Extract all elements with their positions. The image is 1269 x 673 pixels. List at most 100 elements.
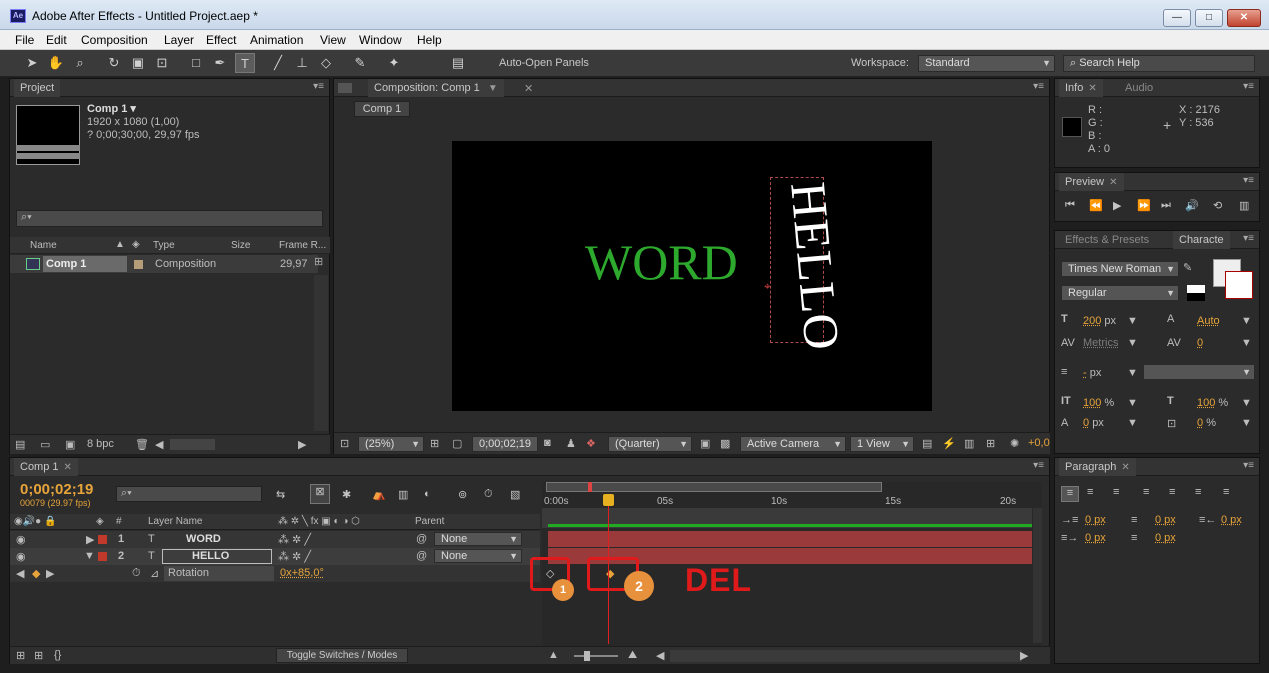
chevron-down-icon[interactable]: ▼	[1241, 315, 1252, 327]
channel-icon[interactable]: ❖	[586, 437, 596, 450]
space-after-value[interactable]: 0 px	[1155, 532, 1176, 544]
tab-preview[interactable]: Preview ✕	[1059, 173, 1124, 191]
timecode-field[interactable]: 0;00;02;19	[472, 436, 538, 452]
rectangle-tool-icon[interactable]: □	[186, 53, 206, 73]
tracking-value[interactable]: 0	[1197, 337, 1203, 349]
panel-menu-icon[interactable]: ▾≡	[1033, 81, 1044, 92]
font-size-value[interactable]: 200	[1083, 315, 1101, 327]
minimize-button[interactable]: —	[1163, 9, 1191, 27]
scrollbar[interactable]	[314, 275, 328, 431]
eyedropper-icon[interactable]: ✎	[1183, 261, 1192, 274]
eye-icon[interactable]: ◉	[16, 533, 26, 546]
previous-frame-icon[interactable]: ⏪	[1089, 199, 1103, 212]
align-left-icon[interactable]: ≡	[1061, 486, 1079, 502]
menu-composition[interactable]: Composition	[81, 33, 148, 47]
loop-icon[interactable]: ⟲	[1213, 199, 1222, 212]
tab-paragraph[interactable]: Paragraph ✕	[1059, 458, 1136, 476]
brainstorm-icon[interactable]: ⊚	[458, 488, 467, 501]
stopwatch-icon[interactable]: ⏱	[132, 567, 141, 580]
roto-brush-tool-icon[interactable]: ✎	[350, 53, 370, 73]
font-style-select[interactable]: Regular ▼	[1061, 285, 1179, 301]
audio-icon[interactable]: 🔊	[1185, 199, 1199, 212]
rotation-value[interactable]: 0x+85,0°	[280, 567, 324, 579]
close-icon[interactable]: ✕	[64, 462, 72, 473]
parent-select[interactable]: None ▼	[434, 549, 522, 563]
rotate-tool-icon[interactable]: ↻	[104, 53, 124, 73]
chevron-down-icon[interactable]: ▼	[1127, 337, 1138, 349]
align-right-icon[interactable]: ≡	[1113, 486, 1119, 498]
tab-project[interactable]: Project	[14, 79, 61, 97]
always-preview-icon[interactable]: ⊡	[340, 437, 349, 450]
shy-icon[interactable]: ⛺	[372, 488, 386, 501]
justify-center-icon[interactable]: ≡	[1169, 486, 1175, 498]
selection-tool-icon[interactable]: ➤	[22, 53, 42, 73]
close-icon[interactable]: ✕	[1088, 83, 1096, 94]
switches-icons[interactable]: ⁂ ✲ ╲ fx ▣ ◐ ◑ ⬡	[278, 516, 360, 527]
exposure-value[interactable]: +0,0	[1028, 437, 1050, 449]
trash-icon[interactable]: 🗑	[135, 438, 149, 451]
fast-previews-icon[interactable]: ⚡	[942, 437, 956, 450]
label-color-swatch[interactable]	[98, 535, 107, 544]
new-comp-icon[interactable]: ▣	[65, 438, 75, 451]
justify-right-icon[interactable]: ≡	[1195, 486, 1201, 498]
last-frame-icon[interactable]: ⏭	[1161, 199, 1171, 212]
flowchart-icon[interactable]: ⊞	[986, 437, 995, 450]
motion-blur-icon[interactable]: ◐	[424, 488, 431, 500]
kerning-value[interactable]: Metrics	[1083, 337, 1118, 349]
menu-layer[interactable]: Layer	[164, 33, 194, 47]
panel-icon[interactable]: ▤	[448, 53, 468, 73]
layer-switches-toggle-icon[interactable]: ⊞	[16, 649, 25, 662]
layer-name[interactable]: HELLO	[192, 550, 229, 562]
timeline-icon[interactable]: ▥	[964, 437, 974, 450]
new-folder-icon[interactable]: ▭	[40, 438, 50, 451]
chevron-down-icon[interactable]: ▼	[1241, 417, 1252, 429]
close-button[interactable]: ✕	[1227, 9, 1261, 27]
pickwhip-icon[interactable]: @	[416, 533, 427, 545]
chevron-down-icon[interactable]: ▼	[1241, 397, 1252, 409]
tab-effects-presets[interactable]: Effects & Presets	[1059, 231, 1155, 249]
project-search-input[interactable]: ⌕▾	[16, 210, 323, 227]
first-frame-icon[interactable]: ⏮	[1065, 199, 1075, 212]
vertical-scale-value[interactable]: 100	[1083, 397, 1101, 409]
tab-composition[interactable]: Composition: Comp 1 ▼	[368, 79, 504, 97]
menu-effect[interactable]: Effect	[206, 33, 236, 47]
comp-name[interactable]: Comp 1 ▾	[87, 102, 136, 115]
chevron-down-icon[interactable]: ▼	[1127, 367, 1138, 379]
scroll-right-icon[interactable]: ▶	[298, 438, 306, 451]
flowchart-icon[interactable]: ⊞	[314, 255, 328, 273]
live-update-icon[interactable]: ⊠	[310, 484, 330, 504]
ram-preview-icon[interactable]: ▥	[1239, 199, 1249, 212]
snapshot-icon[interactable]: ◙	[544, 437, 551, 449]
previous-keyframe-icon[interactable]: ◀	[16, 567, 24, 580]
mask-visibility-icon[interactable]: ▢	[452, 437, 462, 450]
menu-help[interactable]: Help	[417, 33, 442, 47]
panel-menu-icon[interactable]: ▾≡	[1033, 460, 1044, 471]
panel-menu-icon[interactable]: ▾≡	[1243, 81, 1254, 92]
comp-sub-tab[interactable]: Comp 1	[354, 101, 410, 117]
draft-3d-icon[interactable]: ✱	[342, 488, 351, 501]
menu-file[interactable]: File	[15, 33, 34, 47]
zoom-select[interactable]: (25%) ▼	[358, 436, 424, 452]
panel-menu-icon[interactable]: ▾≡	[1243, 460, 1254, 471]
bpc-label[interactable]: 8 bpc	[87, 438, 114, 450]
scroll-thumb[interactable]	[670, 650, 1022, 662]
close-icon[interactable]: ✕	[1109, 177, 1117, 188]
indent-right-value[interactable]: 0 px	[1221, 514, 1242, 526]
layer-switches-icons[interactable]: ⁂ ✲ ╱	[278, 550, 311, 563]
safe-zones-icon[interactable]: ⊞	[430, 437, 439, 450]
tab-audio[interactable]: Audio	[1119, 79, 1159, 97]
puppet-pin-tool-icon[interactable]: ✦	[384, 53, 404, 73]
camera-tool-icon[interactable]: ▣	[128, 53, 148, 73]
in-out-toggle-icon[interactable]: {}	[54, 649, 61, 661]
table-row[interactable]: ◉ ▼ 2 T HELLO ⁂ ✲ ╱ @ None ▼	[10, 548, 540, 565]
view-layout-select[interactable]: 1 View ▼	[850, 436, 914, 452]
menu-animation[interactable]: Animation	[250, 33, 303, 47]
camera-select[interactable]: Active Camera ▼	[740, 436, 846, 452]
first-line-indent-value[interactable]: 0 px	[1085, 532, 1106, 544]
toggle-switches-modes-button[interactable]: Toggle Switches / Modes	[276, 648, 408, 663]
label-color-swatch[interactable]	[98, 552, 107, 561]
composition-mini-flowchart-icon[interactable]: ⇆	[276, 488, 285, 501]
interpret-footage-icon[interactable]: ▤	[15, 438, 25, 451]
sort-icon[interactable]: ▲	[115, 239, 125, 250]
parent-select[interactable]: None ▼	[434, 532, 522, 546]
